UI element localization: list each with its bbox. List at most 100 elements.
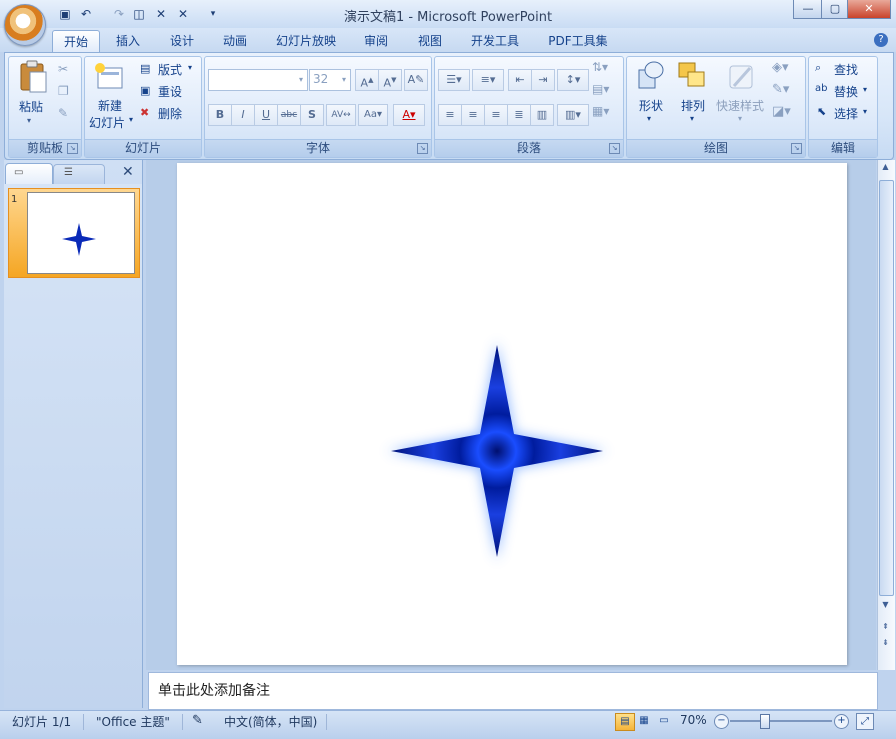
help-icon[interactable]: ?: [874, 33, 888, 47]
paste-dropdown-icon[interactable]: ▾: [27, 116, 31, 125]
font-name-combo[interactable]: ▾: [208, 69, 308, 91]
tab-developer[interactable]: 开发工具: [462, 30, 528, 52]
fit-to-window-icon[interactable]: ⤢: [856, 713, 874, 730]
slide-sorter-icon[interactable]: ▦: [635, 713, 653, 729]
zoom-slider-track[interactable]: [730, 720, 832, 722]
scroll-up-icon[interactable]: ▲: [879, 162, 892, 176]
office-button[interactable]: [4, 4, 46, 46]
distribute-icon[interactable]: ▥: [530, 104, 554, 126]
change-case-icon[interactable]: Aa▾: [358, 104, 388, 126]
notes-placeholder[interactable]: 单击此处添加备注: [158, 680, 270, 700]
minimize-button[interactable]: —: [793, 0, 823, 19]
justify-icon[interactable]: ≣: [507, 104, 531, 126]
font-launcher-icon[interactable]: ↘: [417, 143, 428, 154]
tab-pdf-tools[interactable]: PDF工具集: [538, 30, 618, 52]
paste-icon[interactable]: [18, 60, 48, 94]
text-direction-icon[interactable]: ⇅▾: [592, 60, 608, 74]
tab-animation[interactable]: 动画: [213, 30, 257, 52]
delete-button[interactable]: 删除: [158, 105, 182, 122]
scroll-thumb[interactable]: [879, 180, 894, 596]
drawing-launcher-icon[interactable]: ↘: [791, 143, 802, 154]
align-left-icon[interactable]: ≡: [438, 104, 462, 126]
previous-slide-icon[interactable]: ⇞: [879, 622, 892, 636]
delete-icon[interactable]: ✖: [140, 106, 149, 119]
tab-slides-thumbnails[interactable]: ▭: [5, 163, 53, 184]
tab-review[interactable]: 审阅: [354, 30, 398, 52]
replace-button[interactable]: 替换: [834, 83, 858, 100]
select-dropdown-icon[interactable]: ▾: [863, 107, 867, 116]
replace-dropdown-icon[interactable]: ▾: [863, 85, 867, 94]
tab-outline[interactable]: ☰: [53, 164, 105, 184]
quick-styles-icon[interactable]: [726, 60, 756, 92]
increase-indent-icon[interactable]: ⇥: [531, 69, 555, 91]
maximize-button[interactable]: ▢: [821, 0, 849, 19]
zoom-slider-thumb[interactable]: [760, 714, 770, 729]
zoom-out-icon[interactable]: −: [714, 714, 729, 729]
arrange-dropdown-icon[interactable]: ▾: [690, 114, 694, 123]
italic-icon[interactable]: I: [231, 104, 255, 126]
copy-icon[interactable]: ❐: [58, 84, 69, 98]
layout-dropdown-icon[interactable]: ▾: [188, 63, 192, 72]
new-slide-dropdown-icon[interactable]: ▾: [129, 115, 133, 124]
shrink-font-icon[interactable]: A▼: [378, 69, 402, 91]
font-size-combo[interactable]: 32 ▾: [309, 69, 351, 91]
align-text-icon[interactable]: ▤▾: [592, 82, 609, 96]
shape-outline-icon[interactable]: ✎▾: [772, 82, 789, 97]
reset-button[interactable]: 重设: [158, 83, 182, 100]
select-button[interactable]: 选择: [834, 105, 858, 122]
normal-view-icon[interactable]: ▤: [615, 713, 635, 731]
tab-slideshow[interactable]: 幻灯片放映: [268, 30, 344, 52]
cut-icon[interactable]: ✂: [58, 62, 68, 76]
new-slide-label-1[interactable]: 新建: [98, 97, 122, 114]
slide-thumbnail[interactable]: [27, 192, 135, 274]
quick-styles-dropdown-icon[interactable]: ▾: [738, 114, 742, 123]
arrange-button[interactable]: 排列: [681, 97, 705, 114]
clipboard-launcher-icon[interactable]: ↘: [67, 143, 78, 154]
layout-button[interactable]: 版式: [158, 61, 182, 78]
bold-icon[interactable]: B: [208, 104, 232, 126]
shapes-icon[interactable]: [636, 60, 666, 92]
new-slide-label-2[interactable]: 幻灯片: [89, 114, 125, 131]
quick-styles-button[interactable]: 快速样式: [716, 97, 764, 114]
paragraph-launcher-icon[interactable]: ↘: [609, 143, 620, 154]
arrange-icon[interactable]: [676, 60, 708, 92]
reset-icon[interactable]: ▣: [140, 84, 150, 97]
shadow-icon[interactable]: S: [300, 104, 324, 126]
new-slide-icon[interactable]: [94, 62, 124, 92]
shape-effects-icon[interactable]: ◪▾: [772, 104, 791, 119]
smartart-icon[interactable]: ▦▾: [592, 104, 609, 118]
format-painter-icon[interactable]: ✎: [58, 106, 68, 120]
columns-icon[interactable]: ▥▾: [557, 104, 589, 126]
slide-canvas[interactable]: [177, 163, 847, 665]
close-button[interactable]: ✕: [847, 0, 891, 19]
zoom-in-icon[interactable]: +: [834, 714, 849, 729]
find-button[interactable]: 查找: [834, 61, 858, 78]
align-center-icon[interactable]: ≡: [461, 104, 485, 126]
shape-fill-icon[interactable]: ◈▾: [772, 60, 789, 75]
grow-font-icon[interactable]: A▲: [355, 69, 379, 91]
font-color-icon[interactable]: A▾: [393, 104, 425, 126]
line-spacing-icon[interactable]: ↕▾: [557, 69, 589, 91]
decrease-indent-icon[interactable]: ⇤: [508, 69, 532, 91]
underline-icon[interactable]: U: [254, 104, 278, 126]
tab-view[interactable]: 视图: [408, 30, 452, 52]
spell-check-icon[interactable]: ✎: [192, 713, 203, 728]
numbering-icon[interactable]: ≡▾: [472, 69, 504, 91]
shapes-button[interactable]: 形状: [639, 97, 663, 114]
paste-label[interactable]: 粘贴: [19, 98, 43, 115]
language-indicator[interactable]: 中文(简体，中国): [224, 713, 317, 730]
tab-home[interactable]: 开始: [52, 30, 100, 53]
bullets-icon[interactable]: ☰▾: [438, 69, 470, 91]
next-slide-icon[interactable]: ⇟: [879, 638, 892, 652]
strikethrough-icon[interactable]: abc: [277, 104, 301, 126]
replace-icon[interactable]: ab: [815, 83, 827, 94]
close-panel-icon[interactable]: ✕: [122, 164, 134, 180]
slideshow-view-icon[interactable]: ▭: [655, 713, 673, 729]
clear-format-icon[interactable]: A✎: [404, 69, 428, 91]
scroll-down-icon[interactable]: ▼: [879, 600, 892, 614]
char-spacing-icon[interactable]: AV↔: [326, 104, 356, 126]
tab-insert[interactable]: 插入: [106, 30, 150, 52]
shapes-dropdown-icon[interactable]: ▾: [647, 114, 651, 123]
align-right-icon[interactable]: ≡: [484, 104, 508, 126]
zoom-level[interactable]: 70%: [680, 713, 707, 727]
